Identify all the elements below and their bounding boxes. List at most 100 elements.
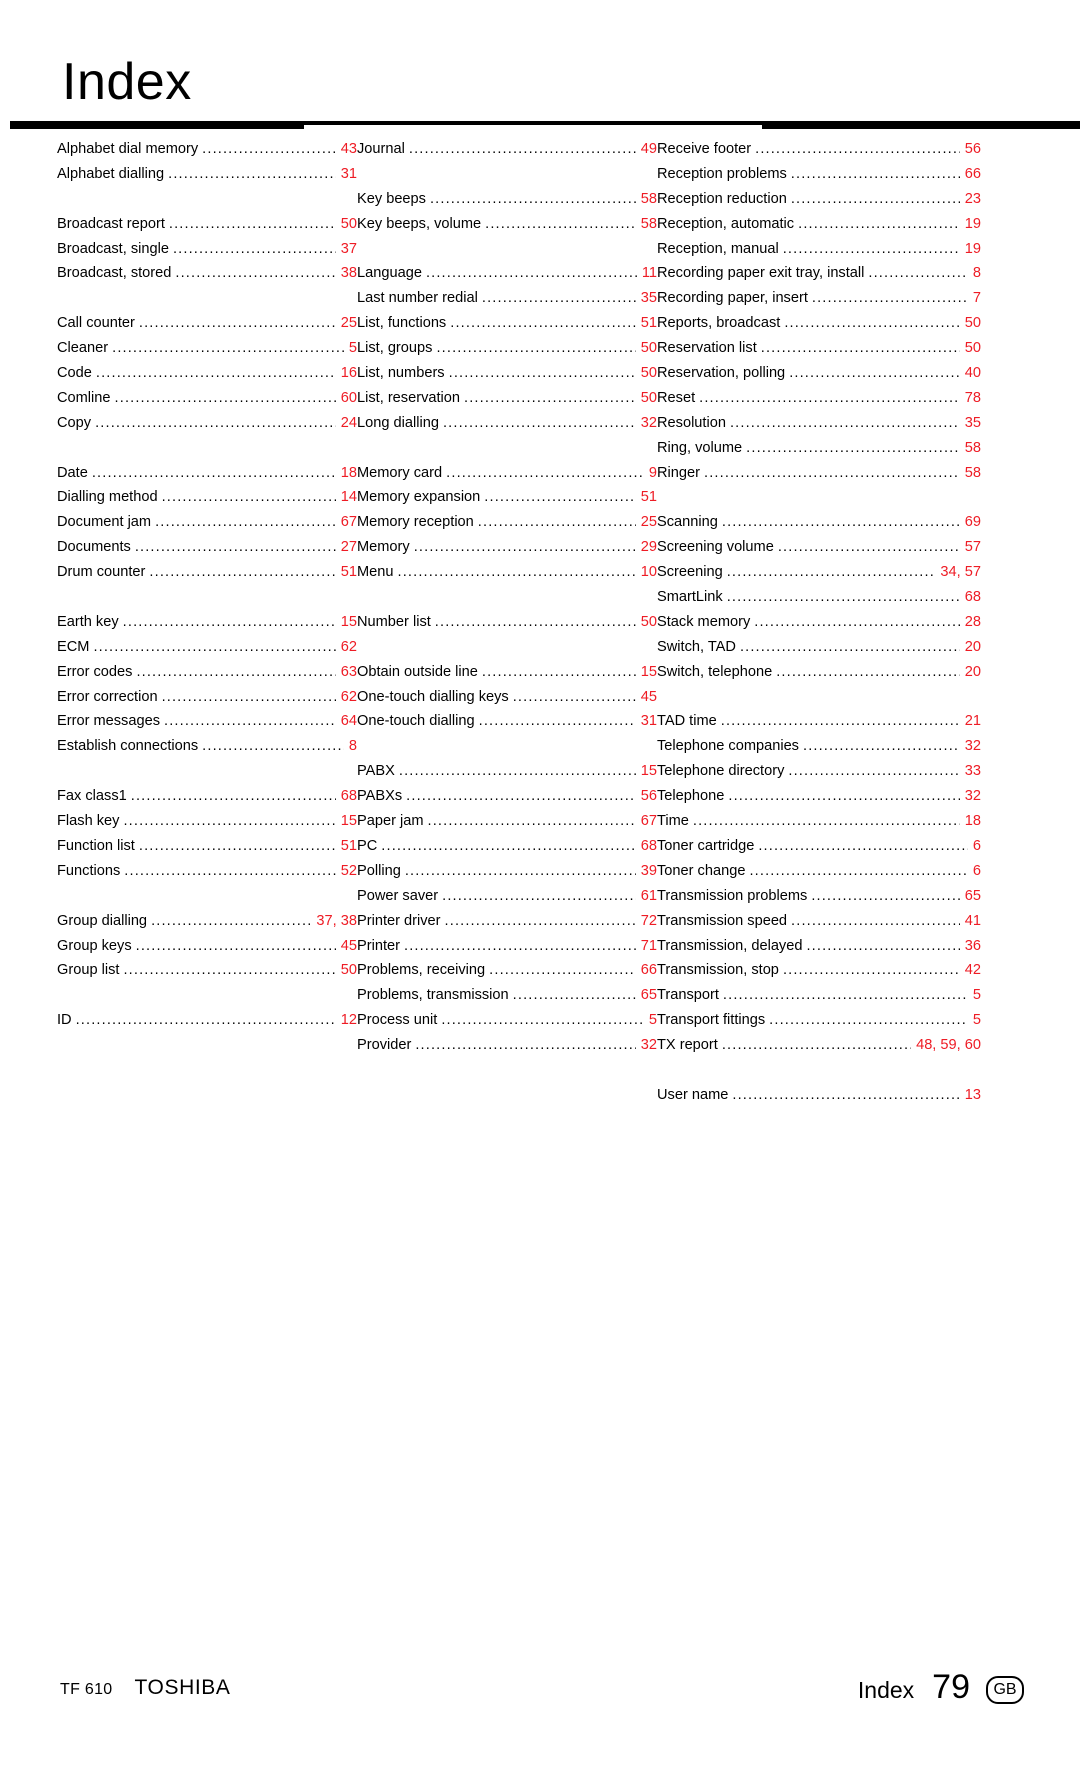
index-entry[interactable]: Dialling method.........................… — [57, 489, 357, 514]
index-entry[interactable]: Resolution..............................… — [657, 415, 981, 440]
index-entry[interactable]: Memory..................................… — [357, 539, 657, 564]
index-entry[interactable]: Telephone directory.....................… — [657, 763, 981, 788]
index-entry[interactable]: Memory expansion........................… — [357, 489, 657, 514]
index-entry[interactable]: Paper jam...............................… — [357, 813, 657, 838]
index-entry[interactable]: Documents...............................… — [57, 539, 357, 564]
index-entry[interactable]: TAD time................................… — [657, 713, 981, 738]
index-entry[interactable]: Transport fittings......................… — [657, 1012, 981, 1037]
index-entry[interactable]: Screening volume........................… — [657, 539, 981, 564]
index-entry[interactable]: Ring, volume............................… — [657, 440, 981, 465]
index-entry[interactable]: Switch, TAD.............................… — [657, 639, 981, 664]
index-entry[interactable]: Functions...............................… — [57, 863, 357, 888]
index-entry[interactable]: Cleaner.................................… — [57, 340, 357, 365]
index-entry[interactable]: Key beeps, volume.......................… — [357, 216, 657, 241]
index-entry[interactable]: Memory reception........................… — [357, 514, 657, 539]
index-entry[interactable]: Establish connections...................… — [57, 738, 357, 763]
index-entry[interactable]: Reservation, polling....................… — [657, 365, 981, 390]
index-entry[interactable]: Memory card.............................… — [357, 465, 657, 490]
index-entry[interactable]: Transmission, delayed...................… — [657, 938, 981, 963]
index-entry[interactable]: Date....................................… — [57, 465, 357, 490]
index-entry[interactable]: Ringer..................................… — [657, 465, 981, 490]
index-entry[interactable]: List, groups............................… — [357, 340, 657, 365]
page-footer: TF 610 TOSHIBA Index 79 GB — [0, 1668, 1080, 1718]
index-entry[interactable]: Reports, broadcast......................… — [657, 315, 981, 340]
index-entry[interactable]: Screening...............................… — [657, 564, 981, 589]
index-entry[interactable]: Flash key...............................… — [57, 813, 357, 838]
index-entry[interactable]: Obtain outside line.....................… — [357, 664, 657, 689]
index-entry[interactable]: Printer.................................… — [357, 938, 657, 963]
index-entry[interactable]: Power saver.............................… — [357, 888, 657, 913]
index-entry[interactable]: One-touch dialling......................… — [357, 713, 657, 738]
index-entry[interactable]: Copy....................................… — [57, 415, 357, 440]
index-entry[interactable]: Call counter............................… — [57, 315, 357, 340]
index-entry[interactable]: Transmission problems...................… — [657, 888, 981, 913]
index-entry[interactable]: Stack memory............................… — [657, 614, 981, 639]
index-entry[interactable]: Earth key...............................… — [57, 614, 357, 639]
index-entry[interactable]: Printer driver..........................… — [357, 913, 657, 938]
index-entry[interactable]: Alphabet dialling.......................… — [57, 166, 357, 191]
index-entry[interactable]: Journal.................................… — [357, 141, 657, 166]
index-entry[interactable]: Comline.................................… — [57, 390, 357, 415]
index-entry[interactable]: Toner change............................… — [657, 863, 981, 888]
index-entry[interactable]: Reception reduction.....................… — [657, 191, 981, 216]
index-entry[interactable]: Toner cartridge.........................… — [657, 838, 981, 863]
index-entry[interactable]: PABX....................................… — [357, 763, 657, 788]
index-entry[interactable]: Reception, automatic....................… — [657, 216, 981, 241]
index-entry[interactable]: Number list.............................… — [357, 614, 657, 639]
index-entry[interactable]: Reception, manual.......................… — [657, 241, 981, 266]
index-entry[interactable]: Transmission speed......................… — [657, 913, 981, 938]
index-entry[interactable]: Process unit............................… — [357, 1012, 657, 1037]
index-entry[interactable]: Last number redial......................… — [357, 290, 657, 315]
index-entry[interactable]: PC......................................… — [357, 838, 657, 863]
index-entry[interactable]: List, numbers...........................… — [357, 365, 657, 390]
index-entry[interactable]: Menu....................................… — [357, 564, 657, 589]
index-entry[interactable]: Code....................................… — [57, 365, 357, 390]
index-entry[interactable]: Recording paper exit tray, install......… — [657, 265, 981, 290]
index-entry[interactable]: Broadcast report........................… — [57, 216, 357, 241]
index-entry[interactable]: Key beeps...............................… — [357, 191, 657, 216]
index-entry[interactable]: PABXs...................................… — [357, 788, 657, 813]
index-entry-page-number: 5 — [648, 1012, 657, 1029]
index-entry[interactable]: Error codes.............................… — [57, 664, 357, 689]
index-entry[interactable]: Reset...................................… — [657, 390, 981, 415]
index-entry[interactable]: Error messages..........................… — [57, 713, 357, 738]
index-entry[interactable]: Time....................................… — [657, 813, 981, 838]
index-entry[interactable]: Drum counter............................… — [57, 564, 357, 589]
index-entry[interactable]: List, functions.........................… — [357, 315, 657, 340]
index-entry-page-number: 32 — [964, 738, 981, 755]
index-entry[interactable]: ECM.....................................… — [57, 639, 357, 664]
index-entry[interactable]: Reservation list........................… — [657, 340, 981, 365]
index-entry[interactable]: Broadcast, stored.......................… — [57, 265, 357, 290]
index-entry[interactable]: Recording paper, insert.................… — [657, 290, 981, 315]
index-entry[interactable]: Telephone...............................… — [657, 788, 981, 813]
index-entry[interactable]: Problems, receiving.....................… — [357, 962, 657, 987]
dot-leader: ........................................… — [436, 340, 635, 357]
index-entry[interactable]: Receive footer..........................… — [657, 141, 981, 166]
index-entry[interactable]: Function list...........................… — [57, 838, 357, 863]
index-entry[interactable]: List, reservation.......................… — [357, 390, 657, 415]
index-entry[interactable]: Fax class1..............................… — [57, 788, 357, 813]
index-entry[interactable]: One-touch dialling keys.................… — [357, 689, 657, 714]
index-entry[interactable]: Telephone companies.....................… — [657, 738, 981, 763]
index-entry[interactable]: Alphabet dial memory....................… — [57, 141, 357, 166]
index-entry[interactable]: Group dialling..........................… — [57, 913, 357, 938]
index-entry[interactable]: Transmission, stop......................… — [657, 962, 981, 987]
index-entry[interactable]: Group keys..............................… — [57, 938, 357, 963]
index-entry[interactable]: Document jam............................… — [57, 514, 357, 539]
index-entry[interactable]: Broadcast, single.......................… — [57, 241, 357, 266]
index-entry[interactable]: ID......................................… — [57, 1012, 357, 1037]
index-entry[interactable]: Scanning................................… — [657, 514, 981, 539]
index-entry[interactable]: Problems, transmission..................… — [357, 987, 657, 1012]
index-entry[interactable]: Group list..............................… — [57, 962, 357, 987]
index-entry[interactable]: Long dialling...........................… — [357, 415, 657, 440]
index-entry[interactable]: Polling.................................… — [357, 863, 657, 888]
index-entry[interactable]: SmartLink...............................… — [657, 589, 981, 614]
index-entry[interactable]: TX report...............................… — [657, 1037, 981, 1062]
index-entry[interactable]: Language................................… — [357, 265, 657, 290]
index-entry[interactable]: Transport...............................… — [657, 987, 981, 1012]
index-entry[interactable]: Switch, telephone.......................… — [657, 664, 981, 689]
index-entry[interactable]: Provider................................… — [357, 1037, 657, 1062]
index-entry[interactable]: Error correction........................… — [57, 689, 357, 714]
index-entry[interactable]: User name...............................… — [657, 1087, 981, 1112]
index-entry[interactable]: Reception problems......................… — [657, 166, 981, 191]
